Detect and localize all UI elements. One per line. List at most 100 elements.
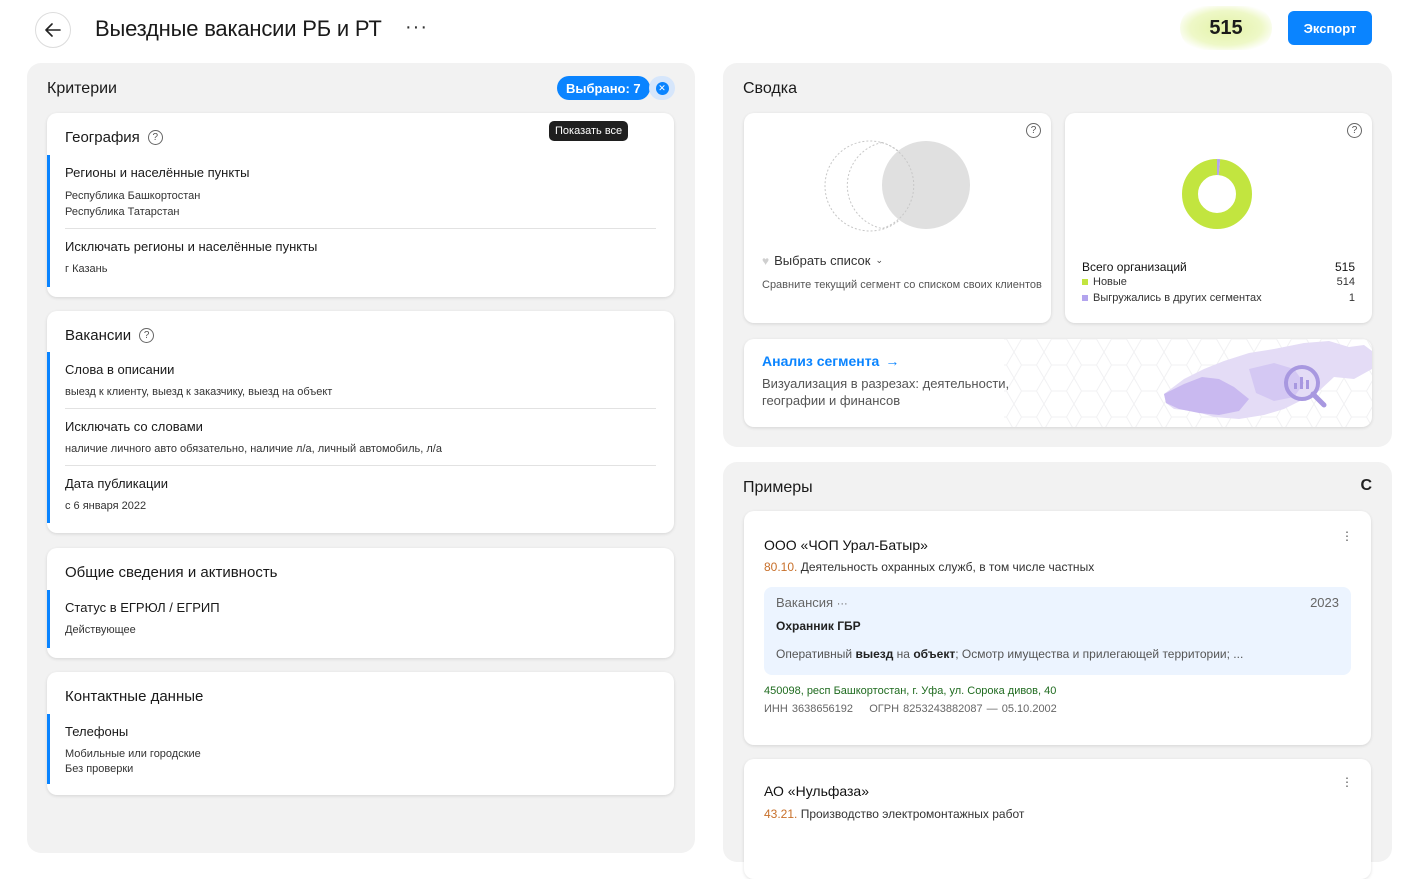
back-button[interactable] — [35, 12, 71, 48]
help-icon[interactable]: ? — [147, 130, 163, 145]
criteria-panel: Критерии Выбрано: 7 ✕ Показать все Геогр… — [27, 63, 695, 853]
help-icon[interactable]: ? — [1347, 123, 1362, 138]
org-okved: 80.10. Деятельность охранных служб, в то… — [764, 560, 1094, 574]
clear-criteria-button[interactable]: ✕ — [649, 76, 675, 100]
choose-list-label: Выбрать список — [774, 253, 871, 268]
criterion-name: Статус в ЕГРЮЛ / ЕГРИП — [65, 600, 220, 615]
criterion-value-line: Республика Татарстан — [65, 206, 180, 218]
vacancy-label: Вакансия ··· — [776, 595, 848, 610]
total-orgs-label: Всего организаций — [1082, 260, 1187, 274]
criterion-accent — [47, 352, 50, 409]
criterion-value-line: Мобильные или городские — [65, 748, 201, 760]
criterion-name: Телефоны — [65, 724, 129, 739]
selected-count-badge[interactable]: Выбрано: 7 — [557, 76, 650, 100]
criterion-value-line: Без проверки — [65, 763, 134, 775]
vacancy-title: Охранник ГБР — [776, 619, 861, 633]
criterion-name: Исключать регионы и населённые пункты — [65, 239, 318, 254]
exported-orgs-value: 1 — [1348, 292, 1355, 304]
export-button[interactable]: Экспорт — [1288, 11, 1372, 45]
legend-marker — [1082, 279, 1088, 285]
legend-marker — [1082, 295, 1088, 301]
chevron-down-icon: ⌄ — [875, 255, 884, 265]
page-title: Выездные вакансии РБ и РТ — [95, 16, 382, 41]
snippet-highlight: объект — [913, 647, 956, 661]
show-all-tooltip: Показать все — [549, 121, 629, 141]
criterion-accent — [47, 466, 50, 523]
vacancy-more-icon[interactable]: ··· — [837, 598, 848, 610]
example-org-card[interactable]: ⋮ АО «Нульфаза» 43.21. Производство элек… — [744, 759, 1371, 879]
criteria-title: Критерии — [47, 80, 117, 97]
total-orgs-value: 515 — [1334, 260, 1355, 274]
venn-diagram — [824, 140, 970, 232]
criterion-value: с 6 января 2022 — [65, 500, 147, 512]
segment-analysis-link[interactable]: Анализ сегмента → — [762, 353, 899, 369]
criterion-accent — [47, 590, 50, 648]
total-orgs-row: Всего организаций 515 — [1082, 260, 1355, 274]
criterion-accent — [47, 714, 50, 784]
org-ids: ИНН 3638656192 ОГРН 8253243882087 — 05.1… — [764, 703, 1057, 715]
compare-card: ? ♥ Выбрать список ⌄ Сравните текущий се… — [744, 113, 1051, 323]
criterion-value: Республика Башкортостан Республика Татар… — [65, 188, 200, 220]
russia-map-graphic — [1164, 341, 1372, 419]
criterion-value: наличие личного авто обязательно, наличи… — [65, 443, 442, 455]
exported-orgs-label: Выгружались в других сегментах — [1093, 292, 1262, 304]
general-card: Общие сведения и активность Статус в ЕГР… — [47, 548, 674, 658]
criterion-description-words[interactable]: Слова в описании выезд к клиенту, выезд … — [47, 352, 674, 409]
compare-hint: Сравните текущий сегмент со списком свои… — [762, 279, 1042, 291]
okved-code: 80.10. — [764, 560, 798, 574]
new-orgs-value: 514 — [1336, 276, 1355, 288]
org-address: 450098, респ Башкортостан, г. Уфа, ул. С… — [764, 685, 1057, 697]
arrow-left-icon — [45, 23, 61, 37]
choose-list-dropdown[interactable]: ♥ Выбрать список ⌄ — [762, 253, 883, 268]
donut-new-segment — [1182, 159, 1252, 229]
top-bar: Выездные вакансии РБ и РТ ··· 515 Экспор… — [0, 0, 1418, 60]
exported-orgs-row: Выгружались в других сегментах 1 — [1082, 292, 1355, 304]
criterion-name: Регионы и населённые пункты — [65, 165, 250, 180]
criterion-value: Мобильные или городские Без проверки — [65, 747, 201, 777]
criterion-name: Слова в описании — [65, 362, 175, 377]
criterion-accent — [47, 409, 50, 466]
criterion-exclude-regions[interactable]: Исключать регионы и населённые пункты г … — [47, 229, 674, 287]
organizations-donut-chart — [1182, 159, 1252, 229]
criterion-regions[interactable]: Регионы и населённые пункты Республика Б… — [47, 155, 674, 229]
help-icon[interactable]: ? — [139, 328, 155, 343]
contacts-card: Контактные данные Телефоны Мобильные или… — [47, 672, 674, 795]
examples-title: Примеры — [743, 479, 813, 496]
okved-code: 43.21. — [764, 807, 798, 821]
kebab-menu-icon[interactable]: ⋮ — [1341, 775, 1353, 789]
vacancy-snippet-box: Вакансия ··· 2023 Охранник ГБР Оперативн… — [764, 587, 1351, 675]
segment-analysis-title: Анализ сегмента — [762, 353, 880, 369]
criterion-value: Действующее — [65, 624, 136, 636]
heart-icon: ♥ — [762, 253, 770, 268]
segment-analysis-card[interactable]: Анализ сегмента → Визуализация в разреза… — [744, 339, 1372, 427]
summary-title: Сводка — [743, 80, 798, 97]
vacancy-label-text: Вакансия — [776, 595, 834, 610]
org-name: АО «Нульфаза» — [764, 783, 869, 799]
criterion-accent — [47, 155, 50, 229]
general-heading: Общие сведения и активность — [65, 564, 278, 581]
close-icon: ✕ — [655, 81, 669, 95]
snippet-text: Оперативный — [776, 647, 856, 661]
vacancies-heading: Вакансии ? — [65, 327, 155, 344]
criterion-value: выезд к клиенту, выезд к заказчику, выез… — [65, 386, 333, 398]
help-icon[interactable]: ? — [1026, 123, 1041, 138]
criterion-status[interactable]: Статус в ЕГРЮЛ / ЕГРИП Действующее — [47, 590, 674, 648]
criterion-exclude-words[interactable]: Исключать со словами наличие личного авт… — [47, 409, 674, 466]
more-options-icon[interactable]: ··· — [405, 16, 428, 39]
vacancy-year: 2023 — [1310, 595, 1339, 610]
geography-title: География — [65, 129, 140, 146]
criterion-phones[interactable]: Телефоны Мобильные или городские Без про… — [47, 714, 674, 784]
example-org-card[interactable]: ⋮ ООО «ЧОП Урал-Батыр» 80.10. Деятельнос… — [744, 511, 1371, 745]
arrow-right-icon: → — [885, 353, 900, 369]
examples-panel: Примеры C ⋮ ООО «ЧОП Урал-Батыр» 80.10. … — [723, 462, 1392, 879]
refresh-icon[interactable]: C — [1360, 477, 1372, 495]
summary-panel: Сводка ? ♥ Выбрать список ⌄ Сравните тек… — [723, 63, 1392, 447]
kebab-menu-icon[interactable]: ⋮ — [1341, 529, 1353, 543]
criterion-value: г Казань — [65, 263, 108, 275]
criterion-value-line: Республика Башкортостан — [65, 190, 201, 202]
org-okved: 43.21. Производство электромонтажных раб… — [764, 807, 1024, 821]
geography-heading: География ? — [65, 129, 163, 146]
criterion-name: Исключать со словами — [65, 419, 203, 434]
criterion-publish-date[interactable]: Дата публикации с 6 января 2022 — [47, 466, 674, 523]
vacancy-snippet: Оперативный выезд на объект; Осмотр имущ… — [776, 647, 1243, 661]
